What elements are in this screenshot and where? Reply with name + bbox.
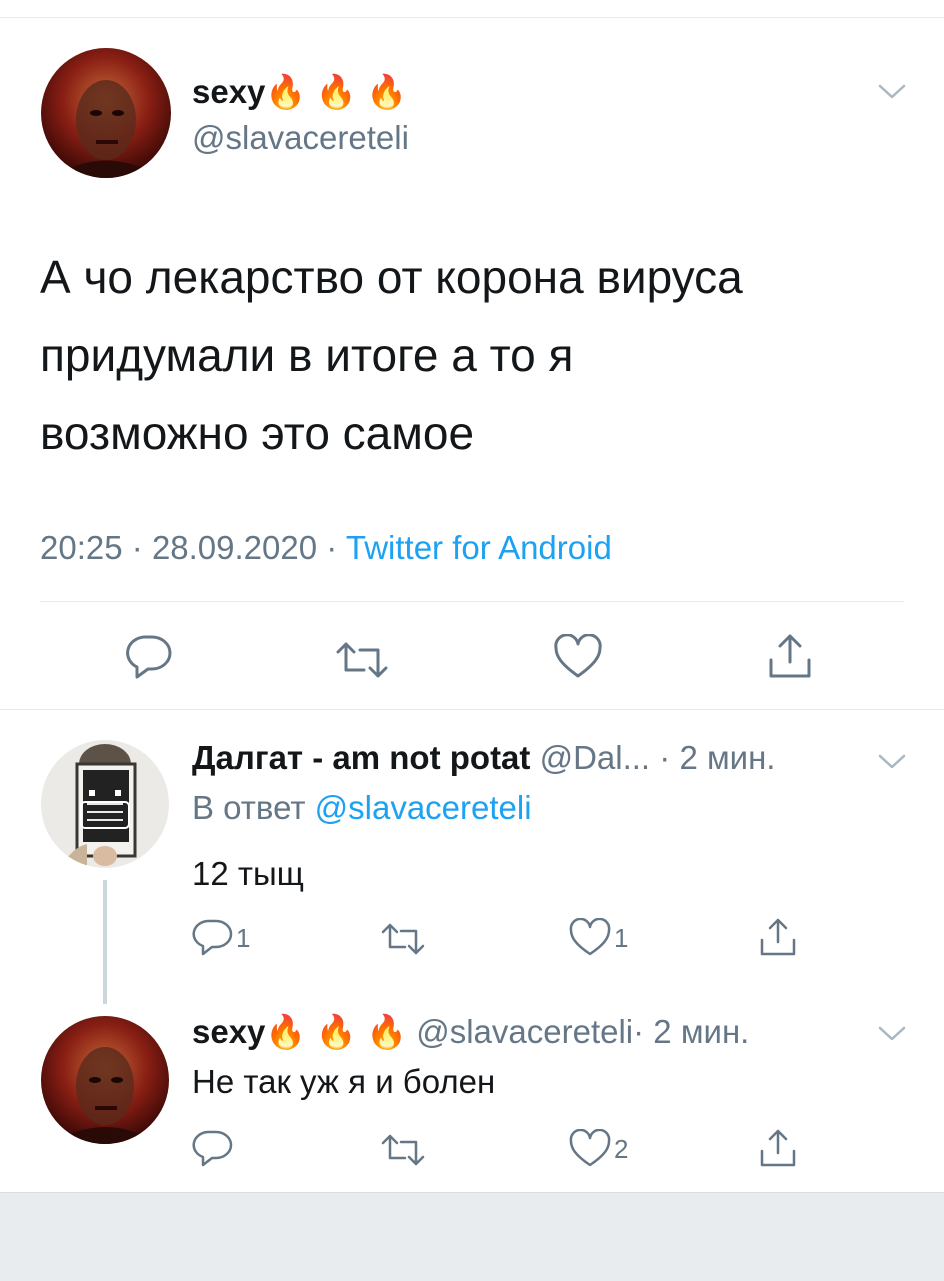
divider [40, 601, 904, 602]
meta-separator: · [131, 529, 143, 566]
retweet-icon[interactable] [334, 640, 390, 680]
fire-emoji: 🔥 [315, 73, 357, 110]
fire-emoji: 🔥 [265, 73, 307, 110]
chevron-down-icon[interactable] [877, 1024, 907, 1044]
reply-icon[interactable] [124, 633, 174, 681]
display-name[interactable]: Далгат - am not potat [192, 739, 530, 776]
reply-text: 12 тыщ [192, 855, 304, 892]
like-icon[interactable] [568, 1129, 612, 1169]
like-icon[interactable] [553, 634, 603, 680]
reply-icon[interactable] [192, 1128, 234, 1170]
tweet-source-link[interactable]: Twitter for Android [346, 529, 612, 566]
tweet-text-line: придумали в итоге а то я [40, 329, 574, 381]
like-count: 1 [614, 923, 629, 953]
tweet-text-line: А чо лекарство от корона вируса [40, 251, 743, 303]
user-handle[interactable]: @slavacereteli [416, 1013, 633, 1050]
fire-emoji: 🔥 [365, 73, 408, 110]
fire-emoji: 🔥 [365, 1013, 408, 1050]
fire-emoji: 🔥 [315, 1013, 357, 1050]
tweet-text: А чо лекарство от корона вируса придумал… [40, 238, 743, 472]
tweet-time: 20:25 [40, 529, 123, 566]
chevron-down-icon[interactable] [877, 82, 907, 102]
meta-separator: · [326, 529, 338, 566]
reply-to-handle[interactable]: @slavacereteli [315, 789, 532, 826]
avatar[interactable] [41, 740, 169, 868]
share-icon[interactable] [758, 1127, 798, 1169]
share-icon[interactable] [767, 632, 813, 680]
retweet-icon[interactable] [380, 922, 426, 956]
reply-icon[interactable] [192, 917, 234, 959]
user-handle[interactable]: @Dal... [540, 739, 651, 776]
user-handle[interactable]: @slavacereteli [192, 118, 409, 158]
top-separator [0, 17, 944, 18]
retweet-icon[interactable] [380, 1133, 426, 1167]
avatar[interactable] [41, 1016, 169, 1144]
thread-line [103, 880, 107, 1004]
display-name[interactable]: sexy [192, 73, 265, 110]
timestamp[interactable]: · 2 мин. [633, 1013, 749, 1050]
like-count: 2 [614, 1134, 629, 1164]
like-icon[interactable] [568, 918, 612, 958]
tweet-meta: 20:25 · 28.09.2020 · Twitter for Android [40, 526, 612, 570]
reply-text: Не так уж я и болен [192, 1063, 496, 1100]
divider [0, 709, 944, 710]
tweet-text-line: возможно это самое [40, 407, 475, 459]
avatar[interactable] [41, 48, 171, 178]
tweet-date: 28.09.2020 [151, 529, 318, 566]
timestamp[interactable]: · 2 мин. [659, 739, 775, 776]
reply-count: 1 [236, 923, 251, 953]
chevron-down-icon[interactable] [877, 752, 907, 772]
share-icon[interactable] [758, 916, 798, 958]
bottom-bar [0, 1192, 944, 1281]
reply-to-label: В ответ [192, 789, 306, 826]
display-name[interactable]: sexy [192, 1013, 265, 1050]
fire-emoji: 🔥 [265, 1013, 307, 1050]
